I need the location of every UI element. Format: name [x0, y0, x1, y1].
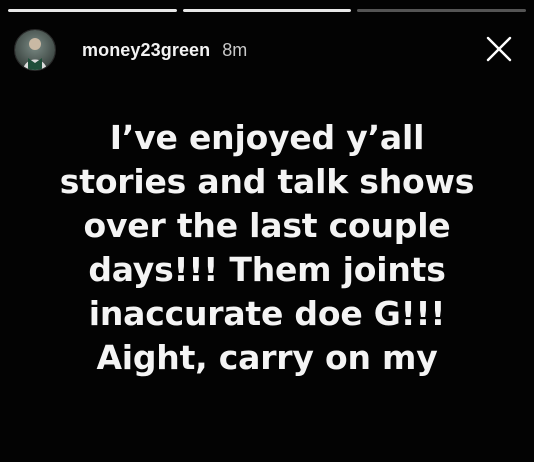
close-icon — [486, 36, 512, 62]
progress-segment-2 — [182, 9, 352, 12]
caption-line: over the last couple — [83, 206, 451, 245]
story-header: money23green 8m — [14, 28, 520, 72]
avatar-photo-icon — [15, 30, 55, 70]
close-button[interactable] — [484, 34, 514, 64]
caption-line: stories and talk shows — [59, 162, 475, 201]
story-caption: I’ve enjoyed y’all stories and talk show… — [0, 116, 534, 380]
progress-fill-1 — [8, 9, 177, 12]
caption-line: days!!! Them joints — [88, 250, 446, 289]
progress-fill-2 — [182, 9, 352, 12]
progress-segment-1 — [8, 9, 177, 12]
progress-segment-3 — [357, 9, 527, 12]
story-timestamp: 8m — [222, 39, 248, 60]
caption-line: inaccurate doe G!!! — [88, 294, 446, 333]
caption-line: Aight, carry on my — [96, 338, 438, 377]
avatar[interactable] — [14, 29, 56, 71]
username[interactable]: money23green — [82, 40, 210, 61]
caption-line: I’ve enjoyed y’all — [109, 118, 425, 157]
story-progress-bar — [8, 9, 527, 12]
story-viewer[interactable]: money23green 8m I’ve enjoyed y’all stori… — [0, 0, 534, 462]
